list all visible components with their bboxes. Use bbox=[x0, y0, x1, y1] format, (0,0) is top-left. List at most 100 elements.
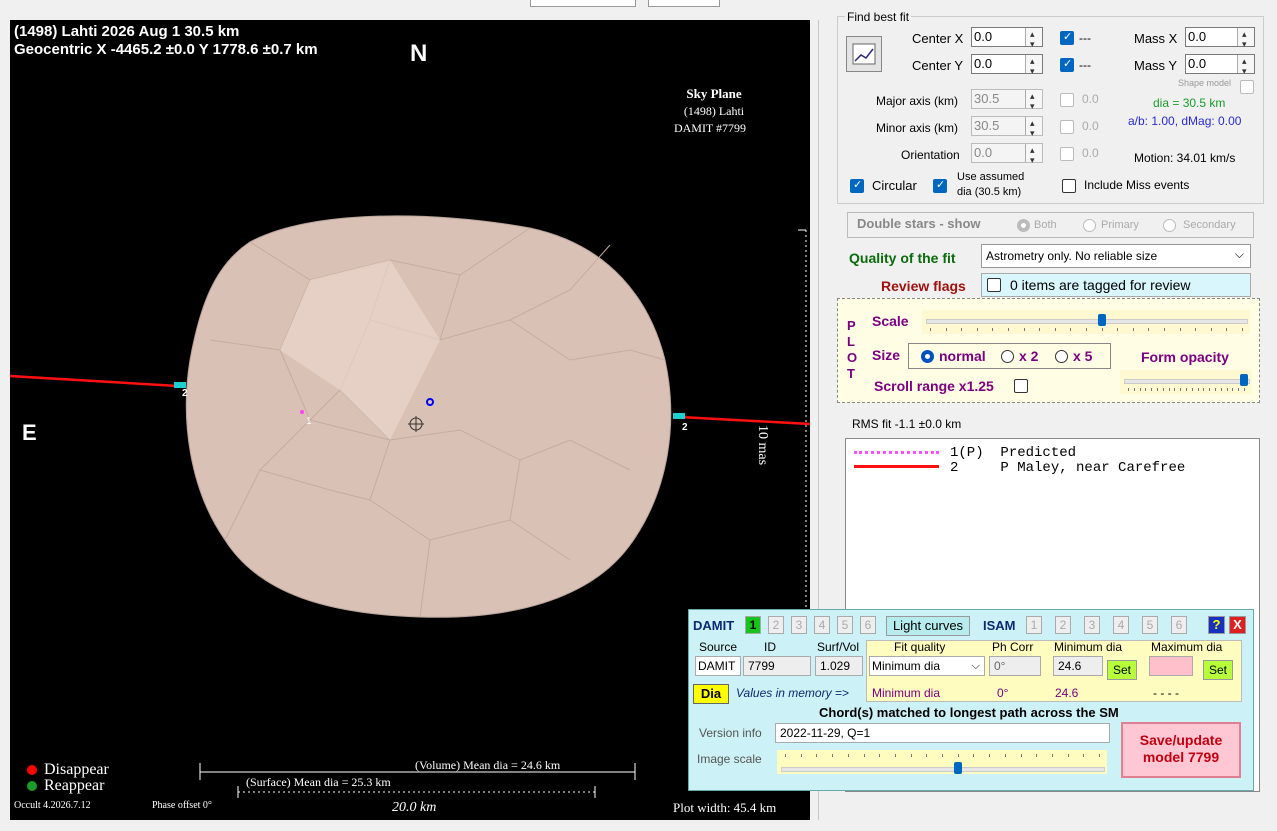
save-update-model-button[interactable]: Save/update model 7799 bbox=[1121, 722, 1241, 778]
size-x2-radio[interactable] bbox=[1001, 350, 1014, 363]
memory-ph-corr: 0° bbox=[997, 686, 1009, 700]
isam-tab-2[interactable]: 2 bbox=[1055, 616, 1071, 634]
chord-label-2-left: 2 bbox=[182, 388, 188, 399]
slider-tick bbox=[1210, 328, 1212, 331]
mass-x-input[interactable]: 0.0 bbox=[1185, 25, 1255, 53]
ph-corr-field[interactable]: 0° bbox=[989, 656, 1041, 676]
damit-tab-6[interactable]: 6 bbox=[860, 616, 876, 634]
slider-tick bbox=[1244, 388, 1245, 391]
isam-tab-1[interactable]: 1 bbox=[1026, 616, 1042, 634]
damit-tab-1[interactable]: 1 bbox=[745, 616, 761, 634]
surfvol-header: Surf/Vol bbox=[817, 640, 860, 654]
close-icon[interactable]: X bbox=[1229, 616, 1246, 634]
slider-tick bbox=[1186, 388, 1187, 391]
slider-tick bbox=[976, 328, 978, 331]
sky-plane-damit: DAMIT #7799 bbox=[673, 121, 747, 135]
double-stars-label: Double stars - show bbox=[857, 216, 981, 231]
slider-tick bbox=[973, 754, 975, 757]
slider-tick bbox=[863, 754, 865, 757]
include-miss-checkbox[interactable] bbox=[1062, 179, 1076, 193]
double-primary-radio[interactable] bbox=[1083, 219, 1096, 232]
scale-slider[interactable] bbox=[922, 310, 1250, 334]
double-secondary-radio[interactable] bbox=[1163, 219, 1176, 232]
center-y-checkbox[interactable] bbox=[1060, 57, 1074, 72]
slider-tick bbox=[1145, 388, 1147, 391]
slider-tick bbox=[1232, 388, 1234, 391]
slider-tick bbox=[1242, 328, 1243, 331]
phase-offset: Phase offset 0° bbox=[152, 800, 212, 811]
use-assumed-checkbox[interactable] bbox=[933, 178, 947, 193]
center-y-cb-label: --- bbox=[1079, 58, 1091, 72]
orientation-input[interactable]: 0.0 bbox=[971, 141, 1043, 169]
slider-tick bbox=[816, 754, 818, 757]
damit-tab-3[interactable]: 3 bbox=[791, 616, 807, 634]
circular-checkbox[interactable] bbox=[850, 178, 864, 193]
center-y-input[interactable]: 0.0 bbox=[971, 52, 1043, 80]
double-both-radio[interactable] bbox=[1017, 219, 1030, 232]
fit-quality-select[interactable]: Minimum dia ⌵ bbox=[869, 656, 985, 676]
slider-tick bbox=[1179, 328, 1181, 331]
set-min-dia-button[interactable]: Set bbox=[1107, 660, 1137, 680]
orientation-checkbox[interactable] bbox=[1060, 147, 1074, 161]
toolbar-button-stub-2[interactable] bbox=[648, 0, 720, 7]
center-x-cb-label: --- bbox=[1079, 31, 1091, 45]
minor-axis-checkbox[interactable] bbox=[1060, 120, 1074, 134]
observer-row-2: 2 P Maley, near Carefree bbox=[950, 460, 1186, 476]
surfvol-field[interactable]: 1.029 bbox=[815, 656, 863, 676]
damit-tab-2[interactable]: 2 bbox=[768, 616, 784, 634]
form-opacity-slider-thumb[interactable] bbox=[1240, 374, 1248, 386]
slider-tick bbox=[1099, 754, 1100, 757]
mass-y-input[interactable]: 0.0 bbox=[1185, 52, 1255, 80]
center-x-checkbox[interactable] bbox=[1060, 30, 1074, 45]
source-field[interactable]: DAMIT bbox=[695, 656, 741, 676]
set-max-dia-button[interactable]: Set bbox=[1203, 660, 1233, 680]
fit-graph-button[interactable] bbox=[846, 36, 882, 72]
chord-label-2-right: 2 bbox=[682, 422, 688, 433]
isam-tab-3[interactable]: 3 bbox=[1084, 616, 1100, 634]
dia-button[interactable]: Dia bbox=[693, 684, 729, 704]
plot-title-line1: (1498) Lahti 2026 Aug 1 30.5 km bbox=[14, 23, 240, 40]
image-scale-slider-thumb[interactable] bbox=[953, 762, 962, 774]
review-flags-checkbox[interactable] bbox=[987, 278, 1001, 292]
center-x-input[interactable]: 0.0 bbox=[971, 25, 1043, 53]
min-dia-field[interactable]: 24.6 bbox=[1053, 656, 1103, 676]
isam-tab-5[interactable]: 5 bbox=[1142, 616, 1158, 634]
scroll-range-label: Scroll range x1.25 bbox=[874, 378, 994, 394]
quality-select[interactable]: Astrometry only. No reliable size ⌵ bbox=[981, 244, 1251, 268]
major-axis-checkbox[interactable] bbox=[1060, 93, 1074, 107]
image-scale-slider[interactable] bbox=[777, 750, 1107, 774]
slider-tick bbox=[1195, 328, 1197, 331]
shape-model-checkbox[interactable] bbox=[1240, 80, 1254, 94]
plot-vertical-label: PLOT bbox=[847, 318, 858, 381]
light-curves-button[interactable]: Light curves bbox=[886, 616, 970, 636]
scroll-range-checkbox[interactable] bbox=[1014, 379, 1028, 393]
slider-tick bbox=[1004, 754, 1006, 757]
size-x5-radio[interactable] bbox=[1055, 350, 1068, 363]
damit-tab-4[interactable]: 4 bbox=[814, 616, 830, 634]
size-normal-radio[interactable] bbox=[921, 350, 934, 363]
slider-tick bbox=[957, 754, 959, 757]
minor-axis-input[interactable]: 30.5 bbox=[971, 114, 1043, 142]
scale-slider-thumb[interactable] bbox=[1097, 314, 1106, 326]
scale-bar-km: 20.0 km bbox=[392, 800, 437, 815]
north-label: N bbox=[410, 40, 428, 67]
slider-tick bbox=[1133, 388, 1135, 391]
toolbar-button-stub[interactable] bbox=[530, 0, 636, 7]
major-axis-input[interactable]: 30.5 bbox=[971, 87, 1043, 115]
slider-tick bbox=[1008, 328, 1009, 331]
sky-plane-label: Sky Plane bbox=[686, 86, 742, 101]
slider-tick bbox=[1157, 388, 1158, 391]
occult-version: Occult 4.2026.7.12 bbox=[14, 800, 91, 811]
damit-tab-5[interactable]: 5 bbox=[837, 616, 853, 634]
plot-width: Plot width: 45.4 km bbox=[673, 800, 777, 815]
use-assumed-label-2: dia (30.5 km) bbox=[957, 186, 1022, 198]
isam-tab-6[interactable]: 6 bbox=[1171, 616, 1187, 634]
help-icon[interactable]: ? bbox=[1208, 616, 1225, 634]
size-radio-group: normal x 2 x 5 bbox=[908, 343, 1111, 369]
isam-tab-4[interactable]: 4 bbox=[1113, 616, 1129, 634]
review-flags-box[interactable]: 0 items are tagged for review bbox=[981, 273, 1251, 297]
id-field[interactable]: 7799 bbox=[743, 656, 811, 676]
form-opacity-slider[interactable] bbox=[1120, 370, 1252, 394]
max-dia-field[interactable] bbox=[1149, 656, 1193, 676]
version-info-field[interactable]: 2022-11-29, Q=1 bbox=[775, 723, 1110, 743]
